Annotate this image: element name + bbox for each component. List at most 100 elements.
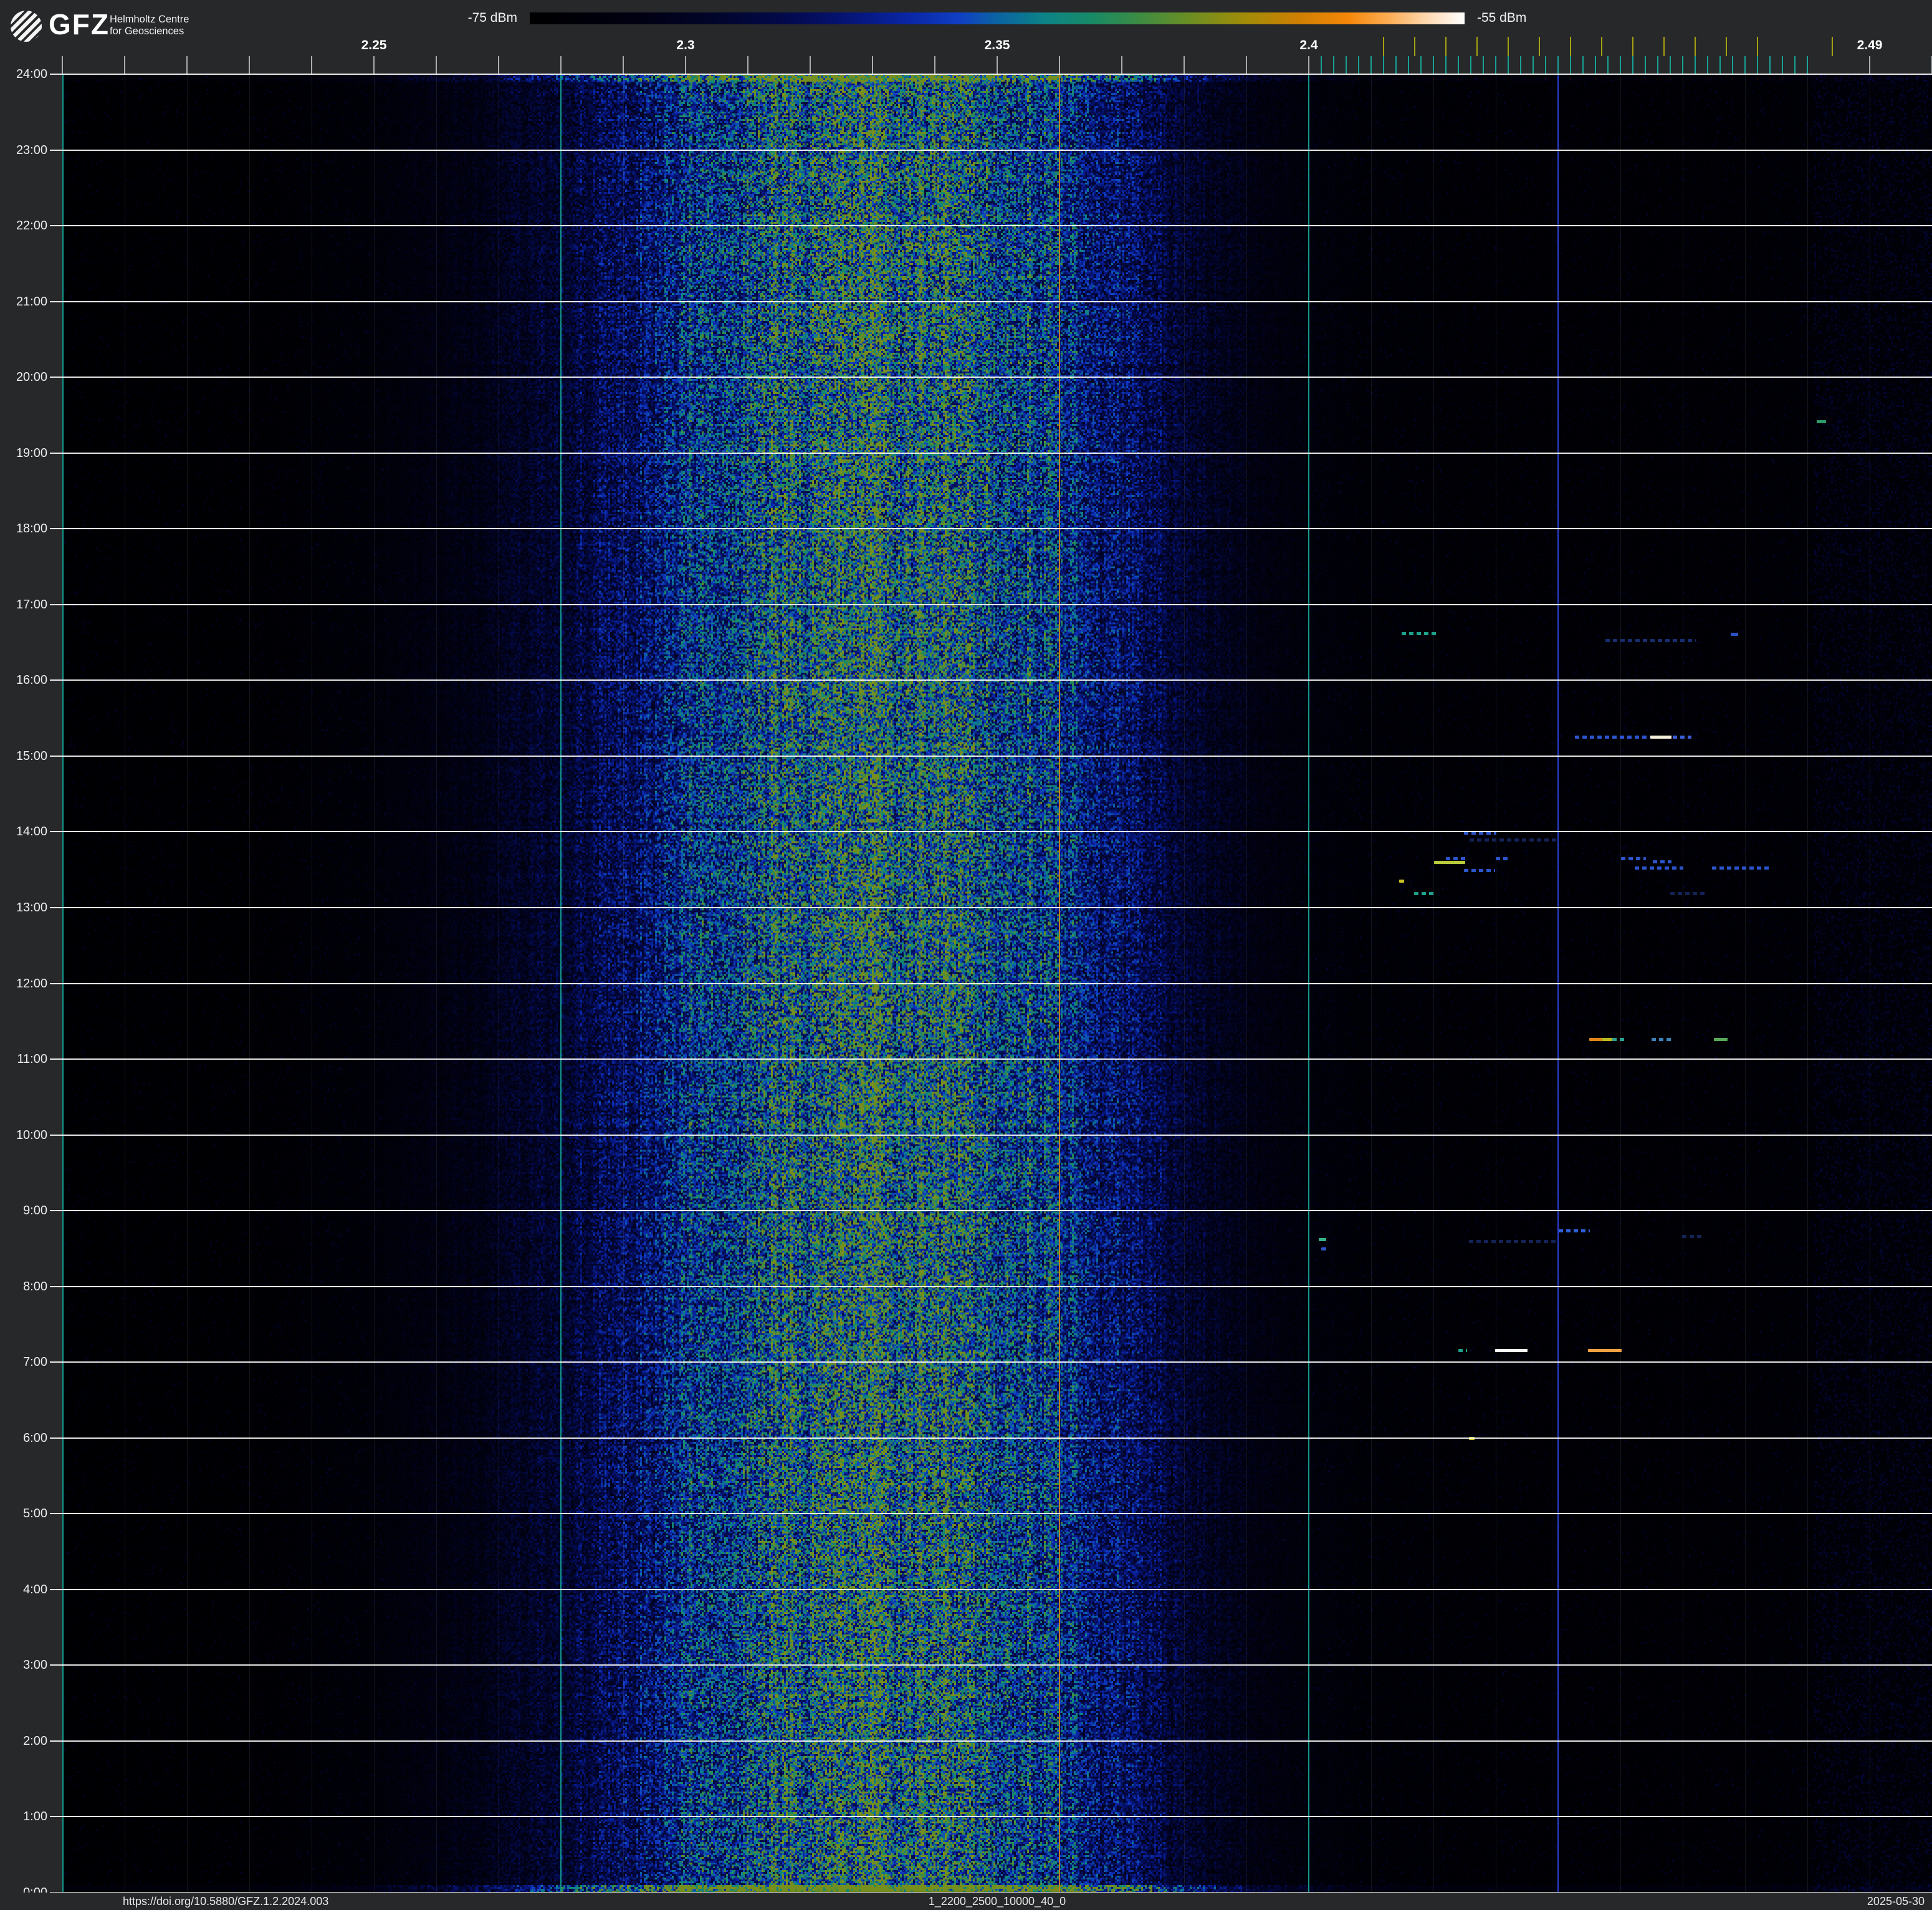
wifi-channel-tick bbox=[1663, 37, 1665, 56]
rf-burst bbox=[1673, 736, 1691, 739]
frequency-minor-tick bbox=[872, 56, 873, 74]
ble-channel-tick bbox=[1744, 56, 1746, 74]
frequency-minor-tick bbox=[1869, 56, 1870, 74]
wifi-channel-tick bbox=[1508, 37, 1509, 56]
wifi-channel-tick bbox=[1476, 37, 1478, 56]
footer-bar: https://doi.org/10.5880/GFZ.1.2.2024.003… bbox=[0, 1893, 1932, 1910]
frequency-minor-tick bbox=[747, 56, 748, 74]
ble-channel-tick bbox=[1333, 56, 1334, 74]
ble-channel-tick bbox=[1582, 56, 1584, 74]
hour-gridline bbox=[50, 528, 1932, 529]
time-tick-label: 13:00 bbox=[16, 901, 47, 914]
frequency-minor-tick bbox=[1059, 56, 1060, 74]
rf-burst bbox=[1399, 880, 1404, 883]
wifi-channel-tick bbox=[1383, 37, 1384, 56]
rf-burst bbox=[1414, 892, 1437, 895]
ble-channel-tick bbox=[1458, 56, 1459, 74]
ble-channel-tick bbox=[1557, 56, 1559, 74]
wifi-channel-tick bbox=[1726, 37, 1727, 56]
rf-burst bbox=[1402, 632, 1437, 635]
time-tick-label: 11:00 bbox=[17, 1052, 47, 1066]
frequency-minor-tick bbox=[498, 56, 499, 74]
ble-channel-tick bbox=[1769, 56, 1771, 74]
rf-burst bbox=[1458, 1349, 1467, 1352]
rf-burst bbox=[1731, 633, 1738, 636]
frequency-minor-tick bbox=[311, 56, 312, 74]
ble-channel-tick bbox=[1383, 56, 1384, 74]
ble-channel-tick bbox=[1607, 56, 1609, 74]
time-tick-label: 18:00 bbox=[16, 522, 47, 535]
ble-channel-tick bbox=[1321, 56, 1322, 74]
ble-channel-tick bbox=[1732, 56, 1733, 74]
ble-channel-tick bbox=[1807, 56, 1808, 74]
header-bar: GFZ Helmholtz Centre for Geosciences -75… bbox=[0, 0, 1932, 74]
ble-channel-tick bbox=[1545, 56, 1546, 74]
rf-burst bbox=[1559, 1229, 1590, 1232]
gfz-logo-icon bbox=[11, 11, 42, 42]
ble-channel-tick bbox=[1670, 56, 1671, 74]
time-tick-label: 20:00 bbox=[16, 370, 47, 384]
ble-channel-tick bbox=[1420, 56, 1422, 74]
ble-channel-tick bbox=[1719, 56, 1721, 74]
logo-name-line2: for Geosciences bbox=[110, 26, 184, 37]
rf-burst bbox=[1650, 736, 1671, 739]
hour-gridline bbox=[50, 225, 1932, 226]
ble-channel-tick bbox=[1470, 56, 1471, 74]
frequency-minor-tick bbox=[1121, 56, 1122, 74]
ble-channel-tick bbox=[1358, 56, 1359, 74]
hour-gridline bbox=[50, 377, 1932, 378]
frequency-minor-tick bbox=[186, 56, 188, 74]
hour-gridline bbox=[50, 1361, 1932, 1363]
wifi-channel-tick bbox=[1570, 37, 1571, 56]
frequency-minor-tick bbox=[373, 56, 375, 74]
hour-gridline bbox=[50, 907, 1932, 908]
wifi-channel-tick bbox=[1445, 37, 1447, 56]
hour-gridline bbox=[50, 756, 1932, 757]
wifi-channel-tick bbox=[1601, 37, 1602, 56]
ble-channel-tick bbox=[1346, 56, 1347, 74]
frequency-minor-tick bbox=[124, 56, 125, 74]
ble-channel-tick bbox=[1408, 56, 1409, 74]
colorbar bbox=[530, 12, 1465, 24]
ble-channel-tick bbox=[1782, 56, 1783, 74]
ble-channel-tick bbox=[1483, 56, 1484, 74]
frequency-minor-tick bbox=[436, 56, 437, 74]
wifi-channel-tick bbox=[1539, 37, 1540, 56]
rf-burst bbox=[1575, 736, 1650, 739]
time-tick-label: 4:00 bbox=[23, 1583, 47, 1596]
ble-channel-tick bbox=[1682, 56, 1683, 74]
hour-gridline bbox=[50, 1437, 1932, 1439]
hour-gridline bbox=[50, 604, 1932, 605]
rf-burst bbox=[1652, 1038, 1673, 1041]
rf-burst bbox=[1469, 1240, 1556, 1243]
hour-gridline bbox=[50, 1058, 1932, 1060]
frequency-tick-label: 2.35 bbox=[984, 38, 1010, 52]
ble-channel-tick bbox=[1794, 56, 1796, 74]
time-tick-label: 21:00 bbox=[16, 295, 47, 309]
ble-channel-tick bbox=[1445, 56, 1447, 74]
spectrogram-screen: GFZ Helmholtz Centre for Geosciences -75… bbox=[0, 0, 1932, 1910]
time-tick-label: 19:00 bbox=[16, 446, 47, 460]
hour-gridline bbox=[50, 453, 1932, 454]
frequency-tick-label: 2.3 bbox=[676, 38, 695, 52]
rf-burst bbox=[1495, 1349, 1528, 1352]
frequency-minor-tick bbox=[934, 56, 935, 74]
frequency-tick-label: 2.49 bbox=[1857, 38, 1883, 52]
frequency-minor-tick bbox=[685, 56, 686, 74]
time-tick-label: 3:00 bbox=[23, 1658, 47, 1672]
time-tick-label: 23:00 bbox=[16, 143, 47, 157]
hour-gridline bbox=[50, 679, 1932, 681]
hour-gridline bbox=[50, 150, 1932, 151]
ble-channel-tick bbox=[1695, 56, 1696, 74]
wifi-channel-tick bbox=[1632, 37, 1633, 56]
rf-burst bbox=[1621, 857, 1646, 860]
ble-channel-tick bbox=[1370, 56, 1372, 74]
time-tick-label: 9:00 bbox=[23, 1204, 47, 1217]
rf-burst bbox=[1589, 1038, 1602, 1041]
time-tick-label: 8:00 bbox=[23, 1280, 47, 1293]
hour-gridline bbox=[50, 1816, 1932, 1817]
hour-gridline bbox=[50, 1664, 1932, 1666]
frequency-minor-tick bbox=[1246, 56, 1247, 74]
time-tick-label: 12:00 bbox=[16, 977, 47, 991]
hour-gridline bbox=[50, 831, 1932, 832]
